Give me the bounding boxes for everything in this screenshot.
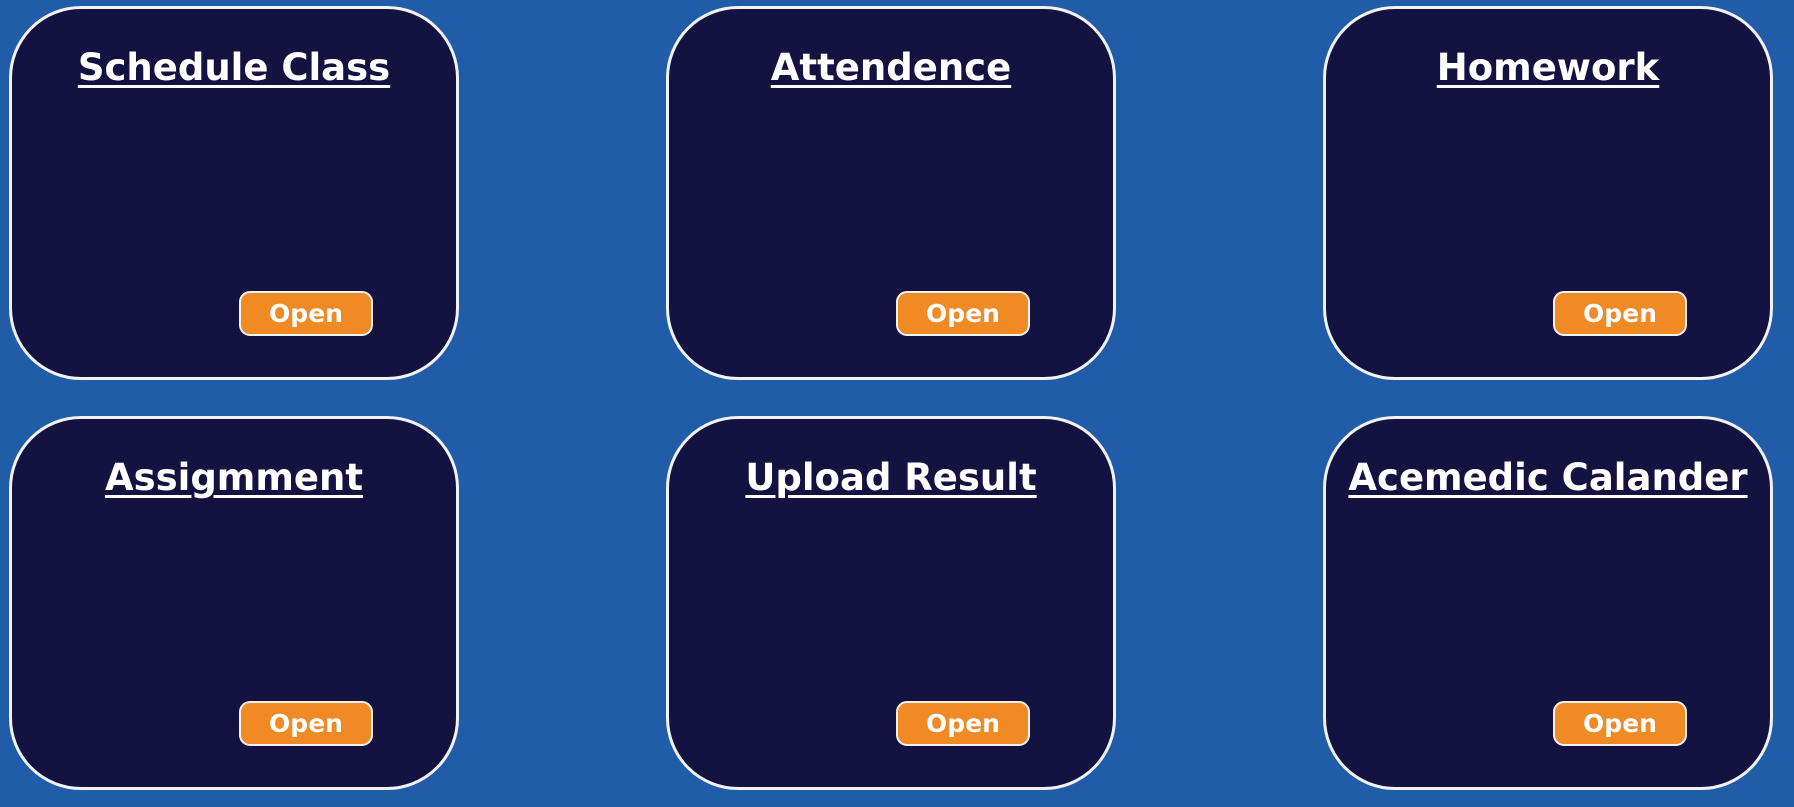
card-schedule-class: Schedule Class Open xyxy=(9,6,459,380)
card-title-homework[interactable]: Homework xyxy=(1326,49,1770,86)
card-attendence: Attendence Open xyxy=(666,6,1116,380)
card-homework: Homework Open xyxy=(1323,6,1773,380)
card-acemedic-calander: Acemedic Calander Open xyxy=(1323,416,1773,790)
card-title-schedule-class[interactable]: Schedule Class xyxy=(12,49,456,86)
card-title-upload-result[interactable]: Upload Result xyxy=(669,459,1113,496)
open-button-acemedic-calander[interactable]: Open xyxy=(1553,701,1687,746)
open-button-assigmment[interactable]: Open xyxy=(239,701,373,746)
open-button-schedule-class[interactable]: Open xyxy=(239,291,373,336)
card-upload-result: Upload Result Open xyxy=(666,416,1116,790)
card-assigmment: Assigmment Open xyxy=(9,416,459,790)
open-button-upload-result[interactable]: Open xyxy=(896,701,1030,746)
card-title-assigmment[interactable]: Assigmment xyxy=(12,459,456,496)
card-title-acemedic-calander[interactable]: Acemedic Calander xyxy=(1326,459,1770,496)
open-button-homework[interactable]: Open xyxy=(1553,291,1687,336)
open-button-attendence[interactable]: Open xyxy=(896,291,1030,336)
card-title-attendence[interactable]: Attendence xyxy=(669,49,1113,86)
